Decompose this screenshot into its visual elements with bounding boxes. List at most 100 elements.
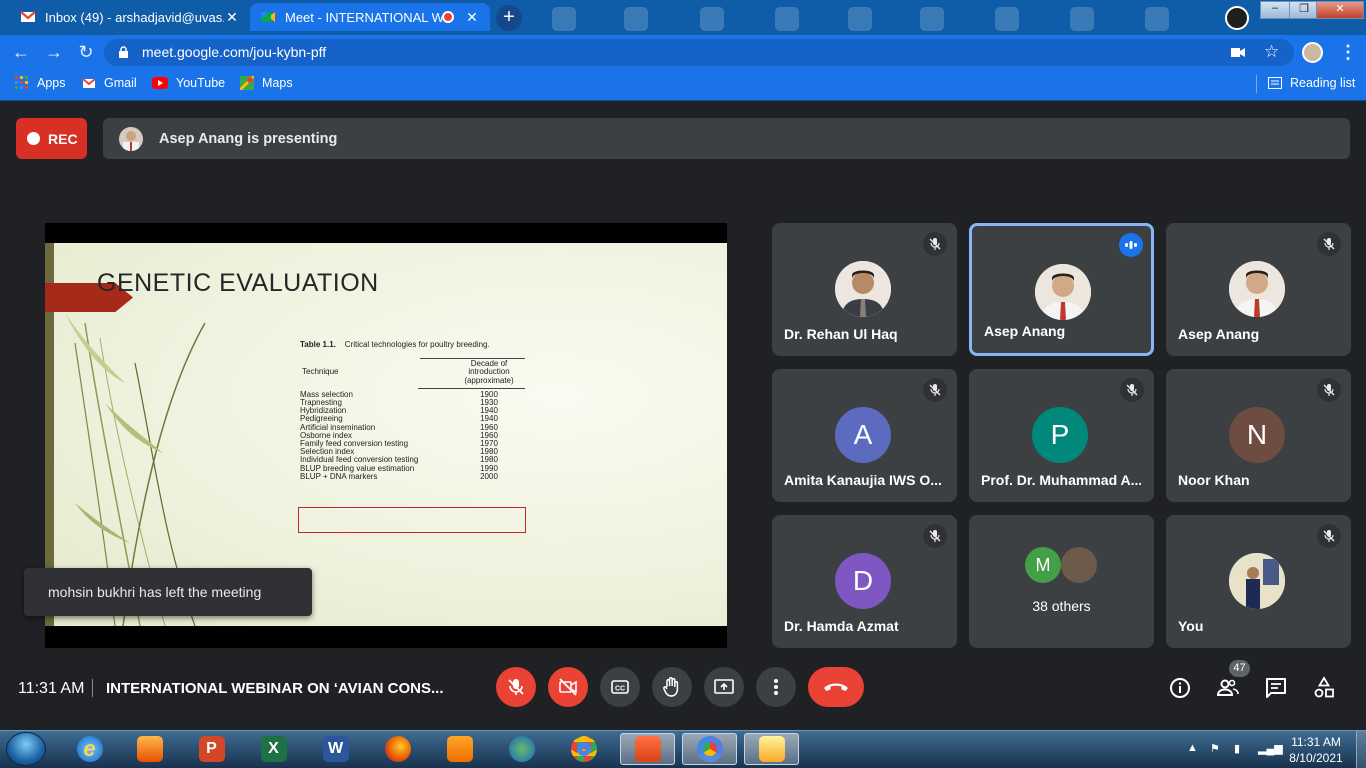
captions-icon: CC — [611, 680, 629, 694]
bookmark-youtube[interactable]: YouTube — [152, 76, 225, 90]
chrome-menu-icon[interactable]: ⋮ — [1339, 43, 1357, 61]
taskbar-chrome[interactable] — [556, 733, 611, 765]
raise-hand-button[interactable] — [652, 667, 692, 707]
system-clock[interactable]: 11:31 AM 8/10/2021 — [1276, 734, 1356, 766]
taskbar-media-player[interactable] — [122, 733, 177, 765]
table-row: BLUP + DNA markers 2000 — [300, 471, 528, 481]
folder-icon — [758, 736, 785, 762]
slide-title: GENETIC EVALUATION — [97, 269, 379, 297]
tab-gmail-inbox[interactable]: Inbox (49) - arshadjavid@uvas.ed ✕ — [10, 3, 250, 31]
lock-icon — [119, 46, 128, 58]
record-dot-icon — [27, 132, 40, 145]
taskbar-uc-browser[interactable] — [432, 733, 487, 765]
uc-browser-icon — [446, 736, 473, 762]
participant-avatar: M — [1025, 547, 1061, 583]
reading-list-button[interactable]: Reading list — [1268, 76, 1355, 90]
participant-tile[interactable]: You — [1166, 515, 1351, 648]
taskbar-powerpoint[interactable]: P — [184, 733, 239, 765]
tab-search-icon[interactable] — [1225, 6, 1249, 30]
participant-name: Dr. Rehan Ul Haq — [784, 326, 898, 342]
camera-icon[interactable] — [1231, 47, 1245, 58]
tab-favicon-icon — [700, 7, 724, 31]
close-tab-icon[interactable]: ✕ — [224, 9, 240, 26]
participant-photo — [1229, 553, 1285, 609]
show-hidden-icons-icon[interactable]: ▲ — [1187, 742, 1201, 756]
participant-tile[interactable]: A Amita Kanaujia IWS O... — [772, 369, 957, 502]
speaking-indicator-icon — [1119, 233, 1143, 257]
presenter-banner: Asep Anang is presenting — [103, 118, 1350, 159]
recording-badge[interactable]: REC — [16, 118, 87, 159]
table-caption-bold: Table 1.1. — [300, 340, 336, 349]
activities-icon[interactable] — [1312, 676, 1336, 700]
show-desktop-button[interactable] — [1356, 731, 1366, 768]
taskbar-chrome-active[interactable] — [682, 733, 737, 765]
bookmark-maps[interactable]: Maps — [240, 76, 293, 90]
technique-cell: BLUP + DNA markers — [300, 471, 378, 481]
download-manager-icon — [508, 736, 535, 762]
people-icon[interactable] — [1216, 676, 1240, 700]
participant-avatar: P — [1032, 407, 1088, 463]
back-icon[interactable]: ← — [12, 43, 30, 61]
mic-muted-icon — [1317, 524, 1341, 548]
bookmark-label: YouTube — [176, 76, 226, 90]
leave-call-button[interactable] — [808, 667, 864, 707]
participant-name: Asep Anang — [984, 323, 1066, 339]
participant-tile[interactable]: Asep Anang — [1166, 223, 1351, 356]
taskbar-word[interactable]: W — [308, 733, 363, 765]
bookmark-star-icon[interactable]: ☆ — [1264, 42, 1279, 62]
participant-tile[interactable]: Dr. Rehan Ul Haq — [772, 223, 957, 356]
taskbar-firefox[interactable] — [370, 733, 425, 765]
window-close-button[interactable]: ✕ — [1316, 1, 1364, 19]
omnibox[interactable]: meet.google.com/jou-kybn-pff ☆ — [104, 39, 1294, 66]
captions-button[interactable]: CC — [600, 667, 640, 707]
meeting-details-icon[interactable] — [1168, 676, 1192, 700]
youtube-icon — [152, 77, 168, 89]
tab-favicon-icon — [775, 7, 799, 31]
maximize-button[interactable]: ❐ — [1289, 1, 1319, 19]
action-center-flag-icon[interactable]: ⚑ — [1210, 742, 1224, 756]
start-button[interactable] — [6, 732, 46, 766]
close-tab-icon[interactable]: ✕ — [464, 9, 480, 26]
avatar-initial: D — [852, 565, 874, 596]
camera-off-button[interactable] — [548, 667, 588, 707]
taskbar-internet-explorer[interactable]: e — [62, 733, 117, 765]
internet-explorer-icon: e — [76, 736, 103, 762]
microphone-off-button[interactable] — [496, 667, 536, 707]
bookmark-apps[interactable]: Apps — [15, 76, 66, 90]
url-text: meet.google.com/jou-kybn-pff — [142, 44, 327, 60]
bookmark-gmail[interactable]: Gmail — [82, 76, 137, 90]
minimize-button[interactable]: – — [1260, 1, 1290, 19]
gmail-icon — [20, 11, 36, 22]
tab-title: Meet - INTERNATIONAL WE — [285, 9, 442, 25]
highlight-box — [298, 507, 526, 533]
notification-toast: mohsin bukhri has left the meeting — [24, 568, 312, 616]
participant-tile[interactable]: D Dr. Hamda Azmat — [772, 515, 957, 648]
tab-favicon-icon — [552, 7, 576, 31]
taskbar-file-explorer[interactable] — [744, 733, 799, 765]
taskbar-download-manager[interactable] — [494, 733, 549, 765]
reading-list-icon — [1268, 77, 1282, 89]
participant-tile[interactable]: N Noor Khan — [1166, 369, 1351, 502]
chat-icon[interactable] — [1264, 676, 1288, 700]
reload-icon[interactable]: ↻ — [77, 43, 95, 61]
address-toolbar: ← → ↻ meet.google.com/jou-kybn-pff ☆ ⋮ — [0, 35, 1366, 69]
mic-muted-icon — [1317, 378, 1341, 402]
taskbar-pdf-app[interactable] — [620, 733, 675, 765]
presenter-avatar — [119, 126, 143, 151]
profile-avatar[interactable] — [1302, 42, 1323, 63]
participant-tile[interactable]: M 38 others — [969, 515, 1154, 648]
present-now-button[interactable] — [704, 667, 744, 707]
new-tab-button[interactable]: + — [496, 5, 522, 31]
participant-tile[interactable]: Asep Anang — [969, 223, 1154, 356]
network-signal-icon[interactable]: ▂▄▆ — [1258, 742, 1283, 756]
battery-icon[interactable]: ▮ — [1234, 742, 1248, 756]
participant-tile[interactable]: P Prof. Dr. Muhammad A... — [969, 369, 1154, 502]
present-screen-icon — [714, 679, 734, 694]
mic-muted-icon — [1317, 232, 1341, 256]
taskbar-excel[interactable]: X — [246, 733, 301, 765]
toast-text: mohsin bukhri has left the meeting — [48, 584, 262, 600]
mic-muted-icon — [1120, 378, 1144, 402]
more-options-button[interactable] — [756, 667, 796, 707]
tab-google-meet[interactable]: Meet - INTERNATIONAL WE ✕ — [250, 3, 490, 31]
forward-icon[interactable]: → — [45, 43, 63, 61]
